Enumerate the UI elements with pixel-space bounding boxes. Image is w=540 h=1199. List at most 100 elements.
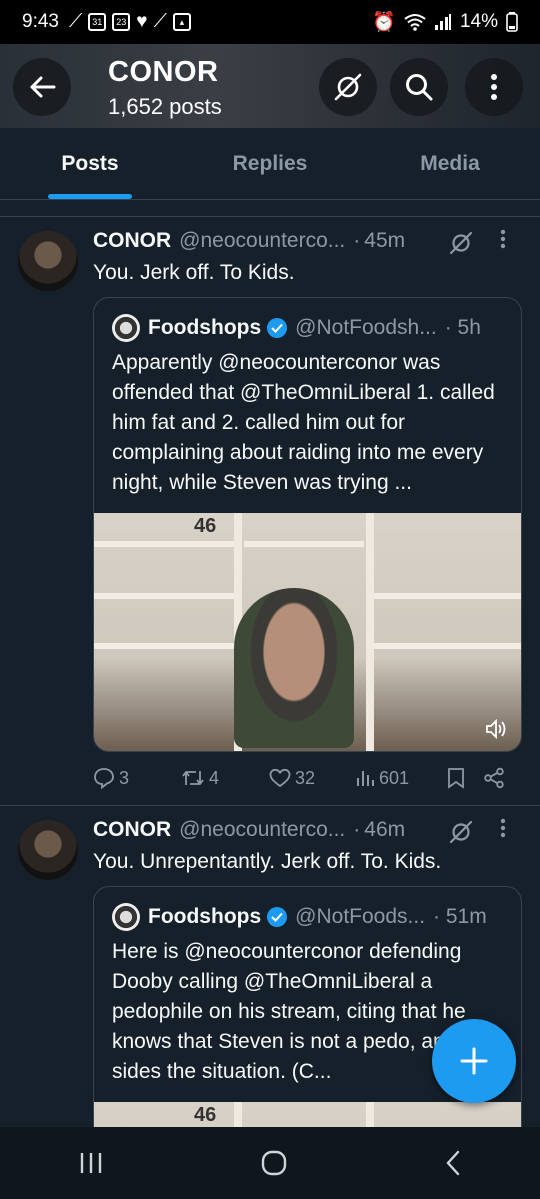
post-author-handle[interactable]: @neocounterco...	[179, 229, 345, 253]
sneaker-icon: ⟋	[153, 11, 167, 32]
quote-author-handle: @NotFoodsh...	[295, 316, 437, 339]
more-vertical-icon	[491, 74, 497, 100]
views-button[interactable]: 601	[355, 768, 447, 789]
avatar[interactable]	[18, 231, 78, 291]
post-more-button[interactable]	[500, 818, 506, 844]
separator-dot: ·	[353, 818, 361, 841]
sneaker-icon: ⟋	[68, 11, 83, 32]
post-timestamp[interactable]: 46m	[364, 818, 405, 842]
post-actions: 3 4 32 601	[93, 767, 523, 789]
volume-muted-icon[interactable]	[485, 719, 507, 739]
bookmark-button[interactable]	[447, 767, 483, 789]
quote-author-name: Foodshops	[148, 905, 262, 928]
gallery-icon: ▴	[172, 13, 191, 31]
post-timestamp[interactable]: 45m	[364, 229, 405, 253]
plus-icon	[460, 1047, 488, 1075]
post[interactable]: CONOR @neocounterco... · 45m You. Jerk o…	[0, 217, 540, 805]
status-bar: 9:43 ⟋ 31 23 ♥ ⟋ ▴ ⏰ 14%	[0, 0, 540, 44]
video-overlay-number: 46	[194, 1104, 217, 1126]
tab-replies[interactable]: Replies	[180, 128, 360, 199]
quote-avatar	[112, 903, 140, 931]
alarm-icon: ⏰	[372, 12, 396, 33]
view-count: 601	[379, 767, 410, 788]
search-button[interactable]	[390, 58, 448, 116]
tab-media[interactable]: Media	[360, 128, 540, 199]
battery-percent: 14%	[459, 11, 498, 32]
reply-icon	[94, 768, 114, 789]
reply-button[interactable]: 3	[93, 767, 181, 789]
subscription-icon	[334, 73, 362, 101]
shelf	[374, 643, 521, 649]
status-system-icons: ⏰ 14%	[372, 10, 518, 34]
avatar[interactable]	[18, 820, 78, 880]
home-icon[interactable]	[261, 1150, 287, 1176]
search-icon	[406, 74, 433, 101]
video-overlay-number: 46	[194, 515, 217, 537]
like-button[interactable]: 32	[269, 768, 355, 789]
separator-dot: ·	[353, 229, 361, 252]
video-person	[234, 588, 354, 748]
share-icon	[484, 767, 504, 789]
back-icon[interactable]	[444, 1150, 462, 1176]
shelf	[94, 541, 234, 547]
subscribe-button[interactable]	[319, 58, 377, 116]
video-thumbnail[interactable]: 46	[94, 513, 521, 751]
heart-icon	[269, 768, 291, 788]
post-header: CONOR @neocounterco... · 46m	[93, 818, 405, 842]
post-count: 1,652 posts	[108, 94, 222, 119]
wifi-icon	[404, 14, 426, 31]
quote-timestamp: · 51m	[433, 905, 487, 928]
post-more-button[interactable]	[500, 229, 506, 255]
verified-badge-icon	[267, 907, 288, 927]
post-text: You. Unrepentantly. Jerk off. To. Kids.	[93, 850, 442, 873]
shelf-divider	[234, 1102, 242, 1127]
video-thumbnail[interactable]: 46	[94, 1102, 521, 1127]
heart-icon: ♥	[136, 11, 148, 32]
calendar-31-icon: 31	[88, 13, 107, 31]
more-vertical-icon	[500, 818, 506, 838]
arrow-left-icon	[30, 76, 56, 98]
verified-badge-icon	[267, 318, 288, 338]
bookmark-icon	[448, 768, 464, 789]
quote-author-name: Foodshops	[148, 316, 262, 339]
shelf	[374, 593, 521, 599]
post-author-name[interactable]: CONOR	[93, 229, 171, 253]
profile-header: CONOR 1,652 posts	[0, 44, 540, 128]
system-navigation-bar	[0, 1127, 540, 1199]
quote-text: Apparently @neocounterconor was offended…	[112, 351, 495, 494]
post-author-name[interactable]: CONOR	[93, 818, 171, 842]
calendar-23-icon: 23	[112, 13, 131, 31]
recent-apps-icon[interactable]	[78, 1151, 104, 1175]
more-options-button[interactable]	[465, 58, 523, 116]
quote-author-handle: @NotFoods...	[295, 905, 426, 928]
like-count: 32	[295, 767, 316, 788]
compose-post-button[interactable]	[432, 1019, 516, 1103]
quoted-post[interactable]: Foodshops @NotFoodsh... · 5h Apparently …	[93, 297, 522, 752]
repost-count: 4	[209, 767, 220, 788]
quote-header: Foodshops @NotFoodsh... · 5h	[112, 314, 481, 342]
status-time: 9:43	[22, 11, 59, 32]
back-button[interactable]	[13, 58, 71, 116]
repost-button[interactable]: 4	[181, 768, 269, 789]
profile-tabs: Posts Replies Media	[0, 128, 540, 200]
shelf-divider	[366, 513, 374, 751]
page-title: CONOR	[108, 56, 219, 88]
tab-posts[interactable]: Posts	[0, 128, 180, 199]
more-vertical-icon	[500, 229, 506, 249]
quote-timestamp: · 5h	[444, 316, 481, 339]
subscription-icon	[449, 231, 473, 255]
post-author-handle[interactable]: @neocounterco...	[179, 818, 345, 842]
quote-header: Foodshops @NotFoods... · 51m	[112, 903, 487, 931]
subscription-icon	[449, 820, 473, 844]
shelf-divider	[366, 1102, 374, 1127]
quote-avatar	[112, 314, 140, 342]
repost-icon	[182, 771, 204, 785]
shelf	[244, 541, 364, 547]
shelf	[94, 593, 234, 599]
reply-count: 3	[119, 767, 130, 788]
signal-icon	[434, 14, 451, 30]
post-header: CONOR @neocounterco... · 45m	[93, 229, 405, 253]
status-notification-icons: ⟋ 31 23 ♥ ⟋ ▴	[69, 11, 191, 33]
post-text: You. Jerk off. To Kids.	[93, 261, 295, 284]
share-button[interactable]	[483, 767, 505, 789]
